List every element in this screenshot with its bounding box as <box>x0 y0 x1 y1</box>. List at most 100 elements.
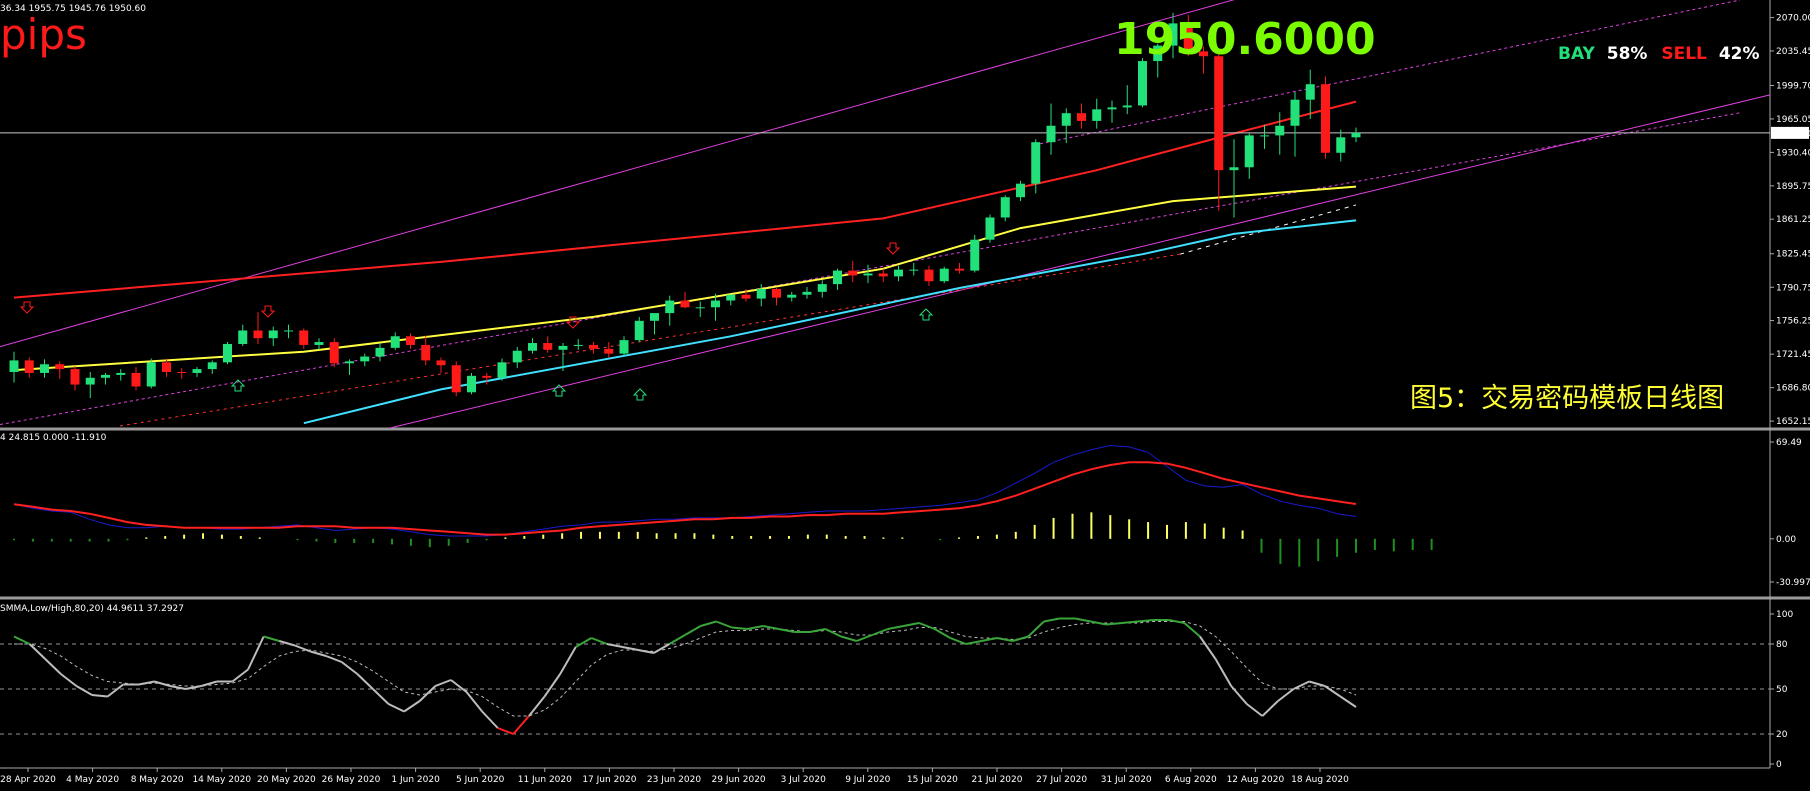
price-tick-label: 1930.40 <box>1776 148 1810 158</box>
candle-body <box>1305 84 1315 100</box>
sell-label: SELL <box>1661 44 1707 64</box>
candle-body <box>1290 99 1300 126</box>
time-tick-label: 27 Jul 2020 <box>1036 775 1087 785</box>
pips-label: pips <box>0 10 87 59</box>
candle-body <box>345 361 354 364</box>
candle-body <box>939 268 949 282</box>
stochastic-tick-label: 100 <box>1776 610 1793 620</box>
candle-body <box>634 320 644 341</box>
candle-body <box>24 360 34 373</box>
candle-body <box>467 375 476 393</box>
time-tick-label: 17 Jun 2020 <box>582 775 636 785</box>
chart-caption: 图5：交易密码模板日线图 <box>1410 383 1725 414</box>
price-tick-label: 1999.70 <box>1776 81 1810 91</box>
time-tick-label: 14 May 2020 <box>192 775 251 785</box>
time-tick-label: 15 Jul 2020 <box>907 775 958 785</box>
candle-body <box>238 330 248 344</box>
candle-body <box>1122 105 1132 108</box>
time-tick-label: 31 Jul 2020 <box>1101 775 1152 785</box>
candle-body <box>116 372 126 375</box>
candle-body <box>9 360 19 372</box>
sentiment-box: BAY 58% SELL 42% <box>1558 46 1760 63</box>
price-tick-label: 1861.25 <box>1776 215 1810 225</box>
price-tick-label: 2035.45 <box>1776 47 1810 57</box>
candle-body <box>817 284 827 292</box>
candle-body <box>1046 125 1056 143</box>
stochastic-tick-label: 20 <box>1776 730 1788 740</box>
candle-body <box>162 362 171 372</box>
candle-body <box>863 273 873 276</box>
candle-body <box>909 269 919 271</box>
candle-body <box>604 348 614 354</box>
time-tick-label: 28 Apr 2020 <box>0 775 56 785</box>
time-tick-label: 29 Jun 2020 <box>712 775 766 785</box>
candle-body <box>1229 167 1239 171</box>
candle-body <box>1336 137 1346 153</box>
candle-body <box>284 330 293 332</box>
candle-body <box>101 374 110 378</box>
candle-body <box>375 347 385 357</box>
candle-body <box>1275 125 1285 136</box>
current-price-tag-text: 1950.60 <box>1774 129 1810 139</box>
stochastic-tick-label: 50 <box>1776 685 1788 695</box>
candle-body <box>543 343 553 350</box>
price-tick-label: 1790.75 <box>1776 283 1810 293</box>
candle-body <box>802 291 812 295</box>
candle-body <box>833 270 842 285</box>
candle-body <box>406 336 415 345</box>
macd-tick-label: 69.49 <box>1776 438 1802 448</box>
candle-body <box>848 270 858 276</box>
candle-body <box>207 362 217 370</box>
candle-body <box>55 364 65 370</box>
candle-body <box>329 342 339 364</box>
candle-body <box>1244 135 1254 168</box>
candle-body <box>528 343 537 351</box>
time-tick-label: 9 Jul 2020 <box>845 775 890 785</box>
candle-body <box>512 350 522 363</box>
macd-info: 4 24.815 0.000 -11.910 <box>0 433 107 443</box>
candle-body <box>1092 109 1102 121</box>
candle-body <box>314 342 324 345</box>
candle-body <box>482 375 492 378</box>
candle-body <box>1077 113 1086 121</box>
time-tick-label: 11 Jun 2020 <box>518 775 572 785</box>
time-tick-label: 21 Jul 2020 <box>972 775 1023 785</box>
candle-body <box>223 343 232 363</box>
time-tick-label: 4 May 2020 <box>66 775 119 785</box>
time-tick-label: 18 Aug 2020 <box>1291 775 1349 785</box>
price-tick-label: 1756.25 <box>1776 317 1810 327</box>
candle-body <box>1321 84 1330 153</box>
time-tick-label: 23 Jun 2020 <box>647 775 701 785</box>
candle-body <box>1061 113 1071 126</box>
price-tick-label: 2070.00 <box>1776 14 1810 24</box>
macd-tick-label: -30.997 <box>1776 578 1810 588</box>
candle-body <box>1214 56 1224 171</box>
time-tick-label: 3 Jul 2020 <box>781 775 826 785</box>
candle-body <box>665 300 675 314</box>
stochastic-tick-label: 0 <box>1776 760 1782 770</box>
candle-body <box>1260 135 1269 137</box>
candle-body <box>85 377 95 385</box>
stochastic-tick-label: 80 <box>1776 640 1788 650</box>
candle-body <box>756 288 766 299</box>
candle-body <box>650 313 659 321</box>
candle-body <box>299 330 309 345</box>
candle-body <box>985 217 995 240</box>
price-tick-label: 1686.80 <box>1776 384 1810 394</box>
candle-body <box>131 372 141 387</box>
bay-percent: 58% <box>1606 44 1648 64</box>
candle-body <box>772 288 781 298</box>
candle-body <box>894 269 903 277</box>
candle-body <box>970 239 980 271</box>
candle-body <box>619 340 629 354</box>
time-tick-label: 6 Aug 2020 <box>1165 775 1217 785</box>
price-tick-label: 1965.05 <box>1776 115 1810 125</box>
time-tick-label: 8 May 2020 <box>131 775 184 785</box>
candle-body <box>268 330 278 339</box>
price-tick-label: 1652.15 <box>1776 417 1810 427</box>
candle-body <box>878 273 888 277</box>
candle-body <box>711 300 720 308</box>
time-tick-label: 26 May 2020 <box>322 775 381 785</box>
candle-body <box>497 362 507 378</box>
time-tick-label: 5 Jun 2020 <box>456 775 505 785</box>
